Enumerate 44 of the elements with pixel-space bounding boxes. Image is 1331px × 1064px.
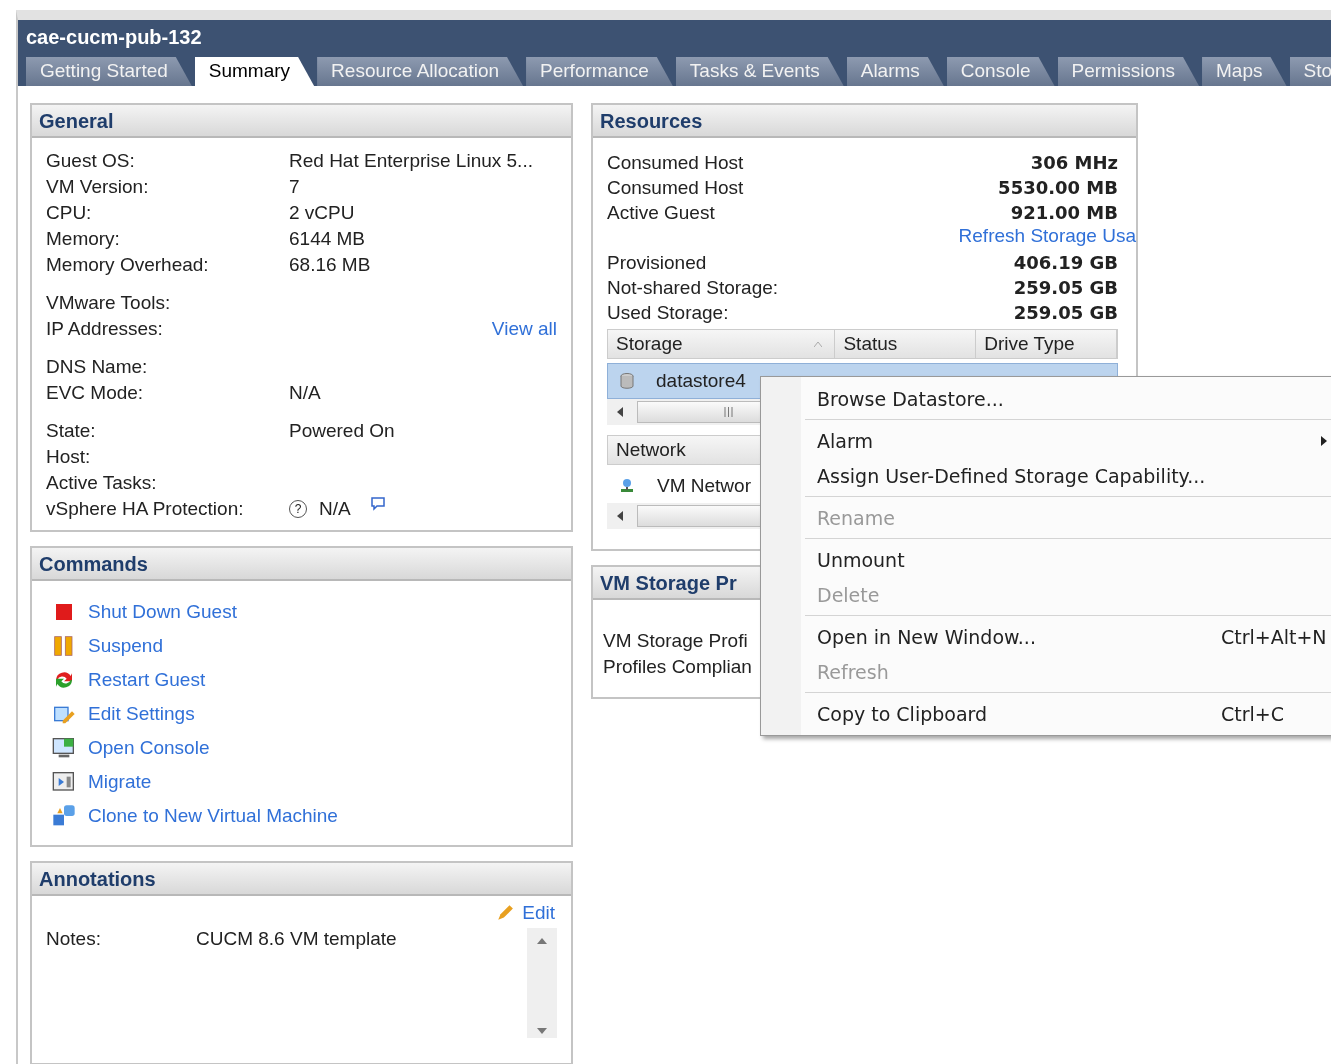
field-label: Memory: <box>46 228 121 250</box>
field-label: State: <box>46 420 97 442</box>
panel-title: Resources <box>593 105 1136 138</box>
field-value: N/A <box>319 498 351 520</box>
resource-label: Not-shared Storage: <box>607 276 779 299</box>
resource-value: 5530.00 MB <box>998 177 1118 198</box>
field-label: CPU: <box>46 202 93 224</box>
field-label: Notes: <box>46 928 102 951</box>
field-label: Profiles Complian <box>603 656 752 678</box>
panel-title: Commands <box>32 548 571 581</box>
field-label: DNS Name: <box>46 356 149 378</box>
resource-value: 406.19 GB <box>1013 252 1118 273</box>
field-label: Active Tasks: <box>46 472 158 494</box>
field-label: Host: <box>46 446 92 468</box>
resource-label: Consumed Host <box>607 176 744 199</box>
table-cell: datastore4 <box>656 370 746 392</box>
field-label: EVC Mode: <box>46 382 145 404</box>
field-label: VMware Tools: <box>46 292 172 314</box>
field-value: 7 <box>289 176 300 198</box>
resource-value: 921.00 MB <box>1010 202 1118 223</box>
field-value: 68.16 MB <box>289 254 371 276</box>
field-value: 6144 MB <box>289 228 366 250</box>
field-value: Powered On <box>289 420 395 442</box>
field-label: Memory Overhead: <box>46 254 210 276</box>
field-value: Red Hat Enterprise Linux 5... <box>289 150 533 172</box>
notes-text: CUCM 8.6 VM template <box>196 928 398 951</box>
field-value: 2 vCPU <box>289 202 355 224</box>
panel-title: Annotations <box>32 863 571 896</box>
field-label: VM Version: <box>46 176 150 198</box>
resource-value: 259.05 GB <box>1013 302 1118 323</box>
field-value: N/A <box>289 382 321 404</box>
table-cell: VM Networ <box>657 475 751 497</box>
window-title: cae-cucm-pub-132 <box>26 25 203 50</box>
resource-value: 259.05 GB <box>1013 277 1118 298</box>
resource-value: 306 MHz <box>1030 152 1118 173</box>
field-label: Guest OS: <box>46 150 136 172</box>
field-label: VM Storage Profi <box>603 630 748 652</box>
panel-title: General <box>32 105 571 138</box>
resource-label: Consumed Host <box>607 151 744 174</box>
resource-label: Used Storage: <box>607 301 729 324</box>
resource-label: Provisioned <box>607 251 707 274</box>
resource-label: Active Guest <box>607 201 715 224</box>
field-label: IP Addresses: <box>46 318 164 340</box>
field-label: vSphere HA Protection: <box>46 498 245 520</box>
